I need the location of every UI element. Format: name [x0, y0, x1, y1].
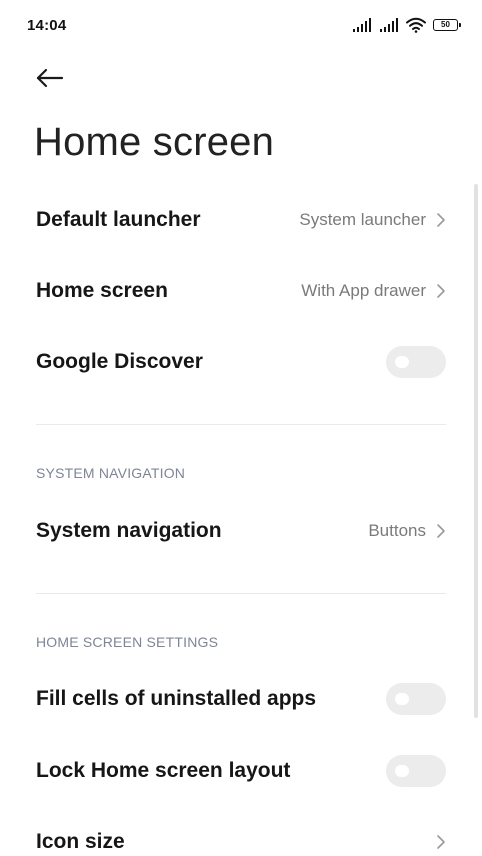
- status-time: 14:04: [27, 17, 67, 34]
- google-discover-toggle[interactable]: [386, 346, 446, 378]
- google-discover-label: Google Discover: [36, 350, 203, 373]
- system-navigation-row[interactable]: System navigation Buttons: [36, 506, 446, 556]
- settings-screen: 14:04 50 Home screen Default launcher Sy…: [0, 0, 482, 856]
- back-button[interactable]: [34, 62, 70, 94]
- lock-layout-toggle[interactable]: [386, 755, 446, 787]
- icon-size-value-group: [436, 834, 446, 850]
- arrow-left-icon: [36, 68, 64, 88]
- section-header-home-screen-settings: HOME SCREEN SETTINGS: [36, 634, 219, 650]
- chevron-right-icon: [437, 213, 445, 227]
- lock-layout-label: Lock Home screen layout: [36, 759, 291, 782]
- home-screen-value: With App drawer: [301, 281, 426, 300]
- section-header-system-navigation: SYSTEM NAVIGATION: [36, 465, 186, 481]
- home-screen-label: Home screen: [36, 279, 168, 302]
- home-screen-row[interactable]: Home screen With App drawer: [36, 266, 446, 316]
- divider: [36, 593, 446, 594]
- scrollbar[interactable]: [474, 184, 478, 718]
- system-navigation-value: Buttons: [368, 521, 426, 540]
- icon-size-label: Icon size: [36, 830, 125, 853]
- fill-cells-label: Fill cells of uninstalled apps: [36, 687, 317, 710]
- battery-level: 50: [441, 20, 450, 29]
- lock-layout-row: Lock Home screen layout: [36, 746, 446, 796]
- divider: [36, 424, 446, 425]
- battery-icon: 50: [433, 19, 461, 31]
- fill-cells-row: Fill cells of uninstalled apps: [36, 674, 446, 724]
- page-title: Home screen: [34, 120, 275, 164]
- status-bar: 14:04 50: [0, 0, 482, 52]
- default-launcher-row[interactable]: Default launcher System launcher: [36, 195, 446, 245]
- cellular-signal-icon: [380, 18, 398, 32]
- system-navigation-value-group: Buttons: [368, 521, 446, 541]
- chevron-right-icon: [437, 524, 445, 538]
- system-navigation-label: System navigation: [36, 519, 222, 542]
- chevron-right-icon: [437, 284, 445, 298]
- toggle-knob: [395, 356, 409, 368]
- toggle-knob: [395, 693, 409, 705]
- icon-size-row[interactable]: Icon size: [36, 817, 446, 856]
- default-launcher-value: System launcher: [299, 210, 426, 229]
- cellular-signal-icon: [353, 18, 371, 32]
- google-discover-row: Google Discover: [36, 337, 446, 387]
- default-launcher-label: Default launcher: [36, 208, 201, 231]
- default-launcher-value-group: System launcher: [299, 210, 446, 230]
- chevron-right-icon: [437, 835, 445, 849]
- fill-cells-toggle[interactable]: [386, 683, 446, 715]
- toggle-knob: [395, 765, 409, 777]
- home-screen-value-group: With App drawer: [301, 281, 446, 301]
- status-icons: 50: [352, 15, 461, 35]
- wifi-icon: [406, 17, 426, 33]
